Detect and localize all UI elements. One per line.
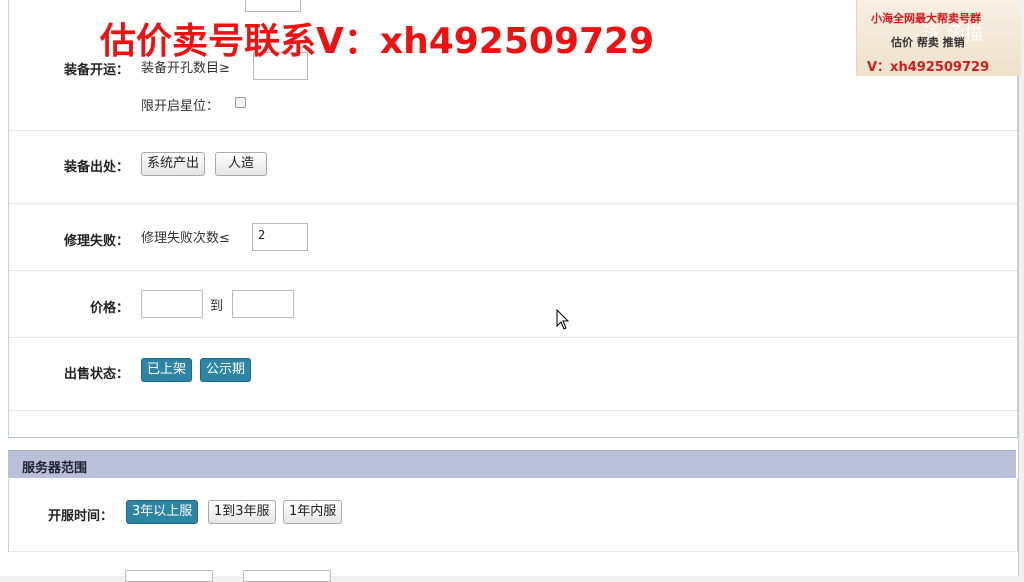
sale-status-label: 出售状态： [63,367,129,382]
server-section-title: 服务器范围 [22,461,88,476]
price-max-input[interactable] [232,290,294,318]
source-system-button[interactable]: 系统产出 [141,152,206,176]
price-label: 价格： [89,301,129,316]
corner-ad-line3: V：xh492509729 [867,60,990,75]
partial-input-bottom-2[interactable] [243,570,331,582]
open-time-1y-button[interactable]: 1年内服 [283,500,343,524]
mouse-pointer-icon [556,309,570,330]
open-time-3y-button[interactable]: 3年以上服 [126,500,199,524]
source-manual-button[interactable]: 人造 [215,152,268,176]
open-time-label: 开服时间： [47,509,113,524]
open-time-1to3-button[interactable]: 1到3年服 [208,500,276,524]
status-publicity-button[interactable]: 公示期 [200,358,252,382]
corner-ad-line2: 估价 帮卖 推销 [891,36,965,49]
page: 装备开运： 装备开孔数目≥ 限开启星位： 装备出处： 系统产出 人造 修理失败：… [0,0,1019,582]
corner-ad-box: 小海全网最大帮卖号群 泳 函描 估价 帮卖 推销 V：xh492509729 [856,0,1021,76]
equip-source-label: 装备出处： [63,160,129,175]
contact-overlay-text: 估价卖号联系V：xh492509729 [100,21,655,62]
repair-fail-text: 修理失败次数≤ [141,231,230,246]
server-section-header: 服务器范围 [8,450,1016,478]
row-equip-source: 装备出处： 系统产出 人造 [9,131,1017,204]
star-text: 限开启星位： [141,99,220,114]
repair-fail-input[interactable]: 2 [252,223,308,251]
partial-input-bottom-1[interactable] [125,570,213,582]
star-checkbox[interactable] [235,97,246,108]
price-to-text: 到 [210,299,224,314]
price-min-input[interactable] [141,290,203,318]
row-repair-fail: 修理失败： 修理失败次数≤ 2 [9,204,1017,271]
repair-fail-label: 修理失败： [63,234,129,249]
row-sale-status: 出售状态： 已上架 公示期 [9,338,1017,411]
status-listed-button[interactable]: 已上架 [141,358,193,382]
row-open-time: 开服时间： 3年以上服 1到3年服 1年内服 [8,479,1018,552]
row-price: 价格： 到 [9,271,1017,338]
